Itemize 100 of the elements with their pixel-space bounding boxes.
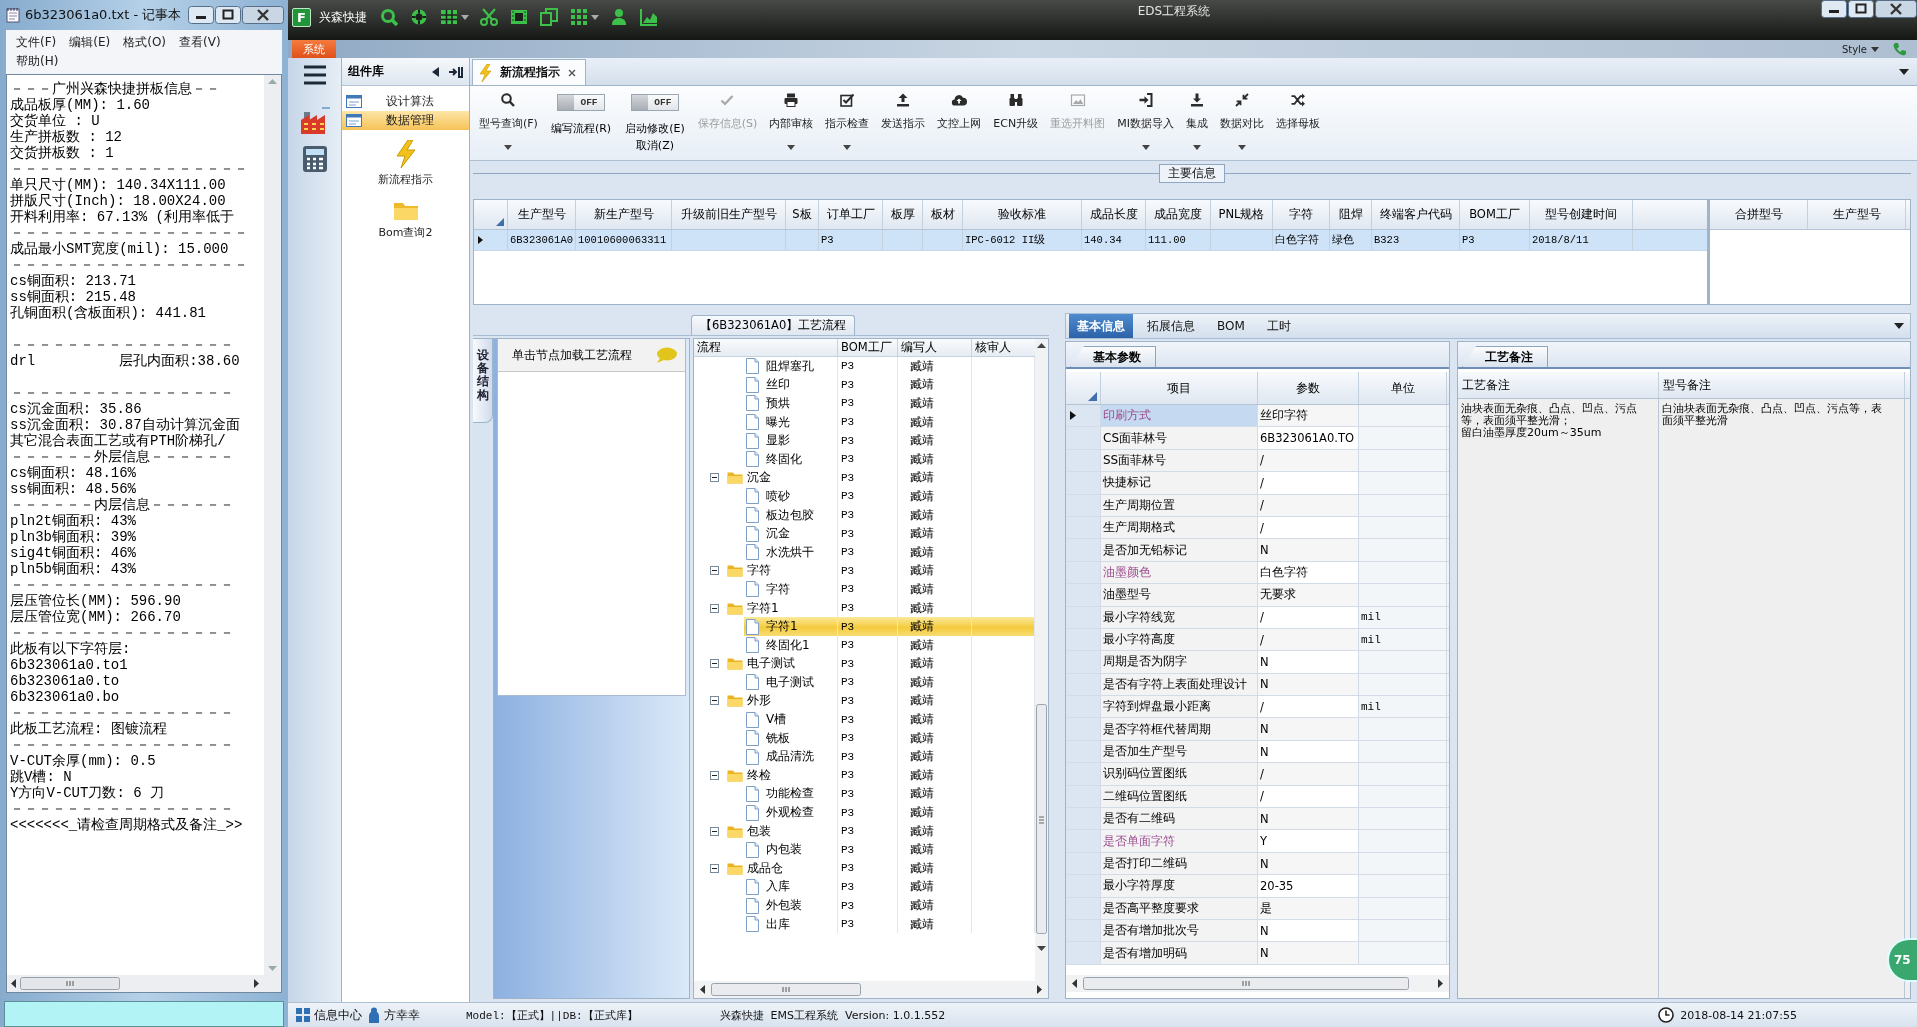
column-header[interactable]: 成品长度 xyxy=(1082,200,1146,229)
column-header[interactable]: 参数 xyxy=(1258,372,1359,404)
dropdown-icon[interactable] xyxy=(843,145,852,150)
tree-row[interactable]: 喷砂 P3 臧靖 xyxy=(744,487,1035,506)
tool-item[interactable]: Bom查询2 xyxy=(342,197,469,250)
table-row[interactable]: 是否单面字符 Y xyxy=(1066,830,1449,853)
toolbar-button[interactable]: MI数据导入 xyxy=(1112,86,1179,156)
toggle-label[interactable]: 启动修改(E) xyxy=(625,121,685,136)
collapse-icon[interactable] xyxy=(710,603,719,613)
side-tab[interactable]: 设备结构 xyxy=(473,338,493,423)
table-row[interactable]: 是否加无铅标记 N xyxy=(1066,539,1449,562)
column-header[interactable]: 生产型号 xyxy=(508,200,576,229)
collapse-icon[interactable] xyxy=(710,826,719,836)
sub-tab[interactable]: 工艺备注 xyxy=(1462,346,1548,367)
menu-item[interactable]: 格式(O) xyxy=(117,33,174,52)
wheel-icon[interactable] xyxy=(409,7,429,27)
tree-row[interactable]: 包装 P3 臧靖 xyxy=(710,821,1035,841)
close-icon[interactable] xyxy=(568,68,576,77)
maximize-button[interactable] xyxy=(215,6,241,24)
select-all-icon[interactable] xyxy=(1088,392,1097,401)
collapse-icon[interactable] xyxy=(710,770,719,780)
caret-icon[interactable] xyxy=(591,14,599,20)
grid-icon[interactable] xyxy=(569,7,589,27)
table-icon[interactable] xyxy=(439,7,459,27)
table-row[interactable]: 是否加生产型号 N xyxy=(1066,740,1449,764)
collapse-icon[interactable] xyxy=(710,696,719,706)
toolbar-button[interactable]: ECN升级 xyxy=(988,86,1044,156)
column-header[interactable]: 型号备注 xyxy=(1659,372,1905,398)
sidebar-item[interactable]: 设计算法 xyxy=(342,92,469,111)
collapse-icon[interactable] xyxy=(710,473,719,483)
tree-row[interactable]: 终固化 P3 臧靖 xyxy=(744,449,1035,469)
film-icon[interactable] xyxy=(509,7,529,27)
tree-row[interactable]: 外观检查 P3 臧靖 xyxy=(744,803,1035,822)
table-row[interactable]: 生产周期位置 / xyxy=(1066,494,1449,517)
sidebar-item[interactable]: 数据管理 xyxy=(342,111,469,130)
column-header[interactable]: 阻焊 xyxy=(1330,200,1372,229)
column-header[interactable]: 新生产型号 xyxy=(576,200,672,229)
table-row[interactable]: SS面菲林号 / xyxy=(1066,449,1449,473)
table-row[interactable]: 二维码位置图纸 / xyxy=(1066,785,1449,809)
chart-icon[interactable] xyxy=(639,7,659,27)
column-header[interactable]: 编写人 xyxy=(898,339,972,356)
table-row[interactable]: 是否打印二维码 N xyxy=(1066,852,1449,876)
column-header[interactable]: PNL规格 xyxy=(1211,200,1273,229)
scrollbar[interactable] xyxy=(264,75,281,975)
tree-row[interactable]: 内包装 P3 臧靖 xyxy=(744,840,1035,860)
column-header[interactable]: 升级前旧生产型号 xyxy=(672,200,786,229)
menu-item[interactable]: 编辑(E) xyxy=(63,33,118,52)
tree-row[interactable]: 出库 P3 臧靖 xyxy=(744,914,1035,934)
table-row[interactable]: CS面菲林号 6B323061A0.TO xyxy=(1066,427,1449,450)
scrollbar[interactable] xyxy=(7,975,281,992)
search-icon[interactable] xyxy=(379,7,399,27)
tree-row[interactable]: 显影 P3 臧靖 xyxy=(744,431,1035,450)
document-tab[interactable]: 新流程指示 xyxy=(472,59,586,85)
table-row[interactable]: 是否有二维码 N xyxy=(1066,808,1449,831)
tree-row[interactable]: 电子测试 P3 臧靖 xyxy=(710,654,1035,674)
table-row[interactable]: 周期是否为阴字 N xyxy=(1066,651,1449,674)
column-header[interactable]: 项目 xyxy=(1101,372,1258,404)
caret-icon[interactable] xyxy=(1871,46,1879,52)
table-row[interactable]: 最小字符高度 / mil xyxy=(1066,628,1449,652)
toggle-label[interactable]: 编写流程(R) xyxy=(550,121,612,136)
column-header[interactable]: 单位 xyxy=(1359,372,1447,404)
select-all-icon[interactable] xyxy=(496,218,504,226)
collapse-icon[interactable] xyxy=(710,566,719,576)
collapse-icon[interactable] xyxy=(432,66,439,77)
tool-item[interactable]: 新流程指示 xyxy=(342,138,469,197)
minimize-button[interactable] xyxy=(1821,0,1847,18)
pin-icon[interactable] xyxy=(449,65,463,78)
tab[interactable]: 基本信息 xyxy=(1069,314,1133,338)
column-header[interactable]: 生产型号 xyxy=(1808,200,1906,229)
toggle-switch[interactable]: OFF xyxy=(557,94,606,111)
sub-tab[interactable]: 基本参数 xyxy=(1070,346,1156,367)
tree-row[interactable]: 预烘 P3 臧靖 xyxy=(744,394,1035,413)
dropdown-icon[interactable] xyxy=(1237,145,1246,150)
column-header[interactable]: BOM工厂 xyxy=(1460,200,1530,229)
tree-row[interactable]: 外包装 P3 臧靖 xyxy=(744,896,1035,915)
table-row[interactable]: 6B323061A0 10010600063311 P3 IPC-6012 II级 140.34 111.00 白色字符 绿色 B323 P3 2018/8/11 xyxy=(474,230,1707,251)
column-header[interactable]: 成品宽度 xyxy=(1146,200,1211,229)
dropdown-icon[interactable] xyxy=(504,145,513,150)
table-row[interactable]: 油墨型号 无要求 xyxy=(1066,584,1449,607)
table-row[interactable]: 最小字符厚度 20-35 xyxy=(1066,875,1449,898)
dropdown-icon[interactable] xyxy=(1894,323,1904,329)
tab[interactable]: BOM xyxy=(1209,314,1253,338)
table-row[interactable]: 是否高平整度要求 是 xyxy=(1066,897,1449,920)
toolbar-button[interactable]: 集成 xyxy=(1180,86,1213,156)
style-menu[interactable]: Style xyxy=(1841,43,1879,55)
tree-row[interactable]: 字符1 P3 臧靖 xyxy=(744,617,1035,636)
tree-row[interactable]: 曝光 P3 臧靖 xyxy=(744,412,1035,432)
tab[interactable]: 工时 xyxy=(1258,314,1299,338)
collapse-icon[interactable] xyxy=(710,863,719,873)
copy-icon[interactable] xyxy=(539,7,559,27)
info-center-link[interactable]: 信息中心 xyxy=(296,1007,368,1023)
user-link[interactable]: 方幸幸 xyxy=(368,1007,426,1023)
tree-row[interactable]: 沉金 P3 臧靖 xyxy=(710,468,1035,488)
table-row[interactable]: 印刷方式 丝印字符 xyxy=(1066,405,1449,428)
tree-row[interactable]: 入库 P3 臧靖 xyxy=(744,877,1035,897)
tree-row[interactable]: V槽 P3 臧靖 xyxy=(744,710,1035,729)
toolbar-button[interactable]: 型号查询(F) xyxy=(474,86,543,156)
dropdown-icon[interactable] xyxy=(1141,145,1150,150)
minimize-button[interactable] xyxy=(188,6,214,24)
toolbar-button[interactable]: 文控上网 xyxy=(932,86,987,156)
